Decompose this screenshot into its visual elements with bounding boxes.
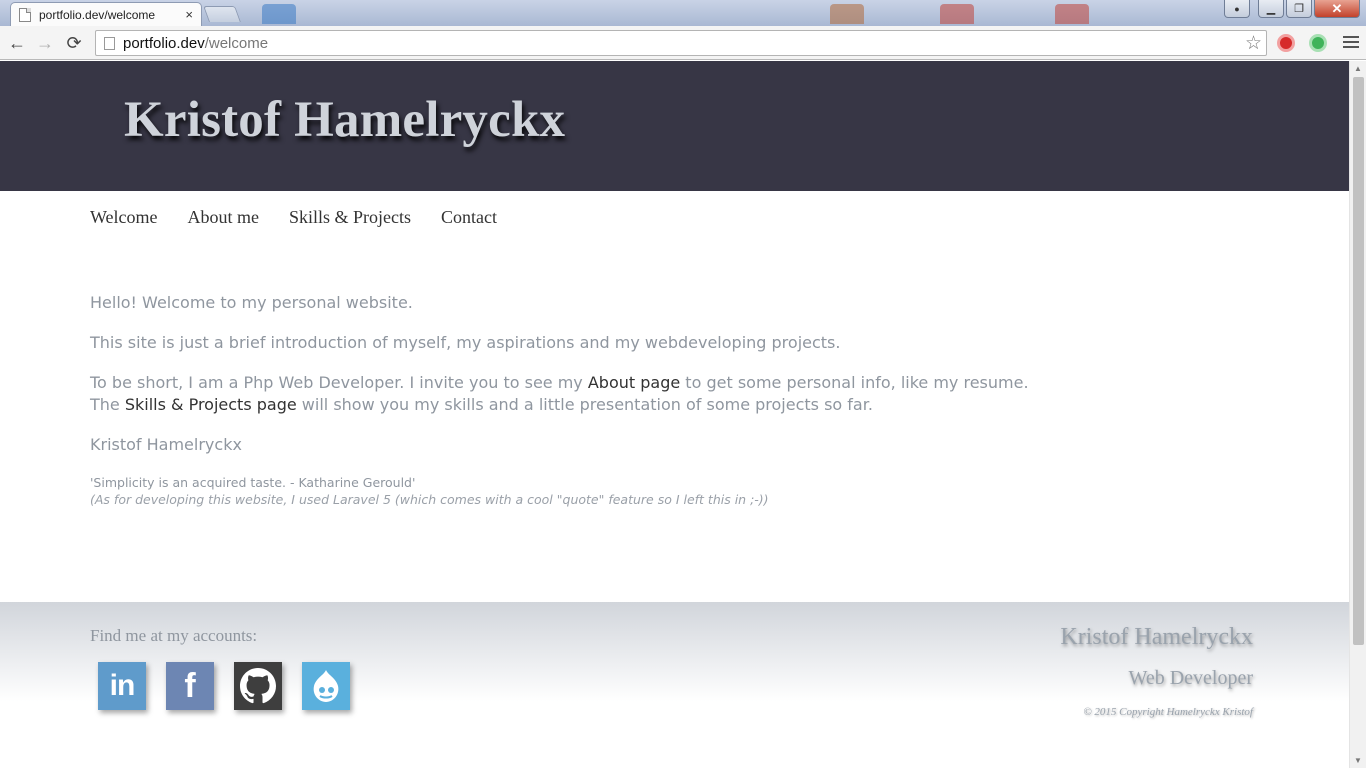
links-paragraph: To be short, I am a Php Web Developer. I…	[90, 372, 1090, 416]
linkedin-icon: in	[109, 669, 136, 702]
minimize-button[interactable]: ▁	[1258, 0, 1284, 18]
facebook-link[interactable]: f	[166, 662, 214, 710]
close-window-button[interactable]: ✕	[1314, 0, 1360, 18]
nav-welcome[interactable]: Welcome	[90, 207, 158, 228]
quote-note-text: (As for developing this website, I used …	[90, 492, 769, 507]
scroll-down-arrow-icon[interactable]: ▼	[1354, 756, 1362, 765]
forward-arrow-icon: →	[36, 32, 54, 53]
bookmark-star-icon[interactable]: ☆	[1245, 32, 1262, 55]
page-scrollbar[interactable]: ▲ ▼	[1349, 61, 1366, 768]
minimize-icon: ▁	[1266, 3, 1276, 15]
site-header: Kristof Hamelryckx	[0, 61, 1349, 191]
browser-toolbar: ← → ⟳ portfolio.dev/welcome ☆	[0, 26, 1366, 60]
tab-close-icon[interactable]: ×	[185, 7, 193, 22]
facebook-icon: f	[184, 666, 196, 705]
adblock-extension-icon[interactable]	[1277, 34, 1295, 52]
nav-skills-projects[interactable]: Skills & Projects	[289, 207, 411, 228]
restore-icon: ❐	[1294, 3, 1304, 15]
about-page-link[interactable]: About page	[588, 373, 680, 392]
find-me-heading: Find me at my accounts:	[90, 626, 258, 645]
address-bar[interactable]: portfolio.dev/welcome ☆	[95, 30, 1267, 56]
page-icon	[104, 36, 115, 50]
window-controls: ● ▁ ❐ ✕	[1224, 0, 1360, 18]
back-arrow-icon: ←	[8, 32, 26, 53]
desktop-wallpaper-decoration	[262, 4, 296, 24]
github-link[interactable]	[234, 662, 282, 710]
links-text-3: The	[90, 395, 125, 414]
reload-button[interactable]: ⟳	[62, 31, 86, 55]
links-text-1: To be short, I am a Php Web Developer. I…	[90, 373, 588, 392]
footer-signature: Kristof Hamelryckx Web Developer © 2015 …	[1060, 624, 1253, 718]
close-icon: ✕	[1331, 0, 1343, 16]
desktop-wallpaper-decoration	[1055, 4, 1089, 24]
user-profile-button[interactable]: ●	[1224, 0, 1250, 18]
social-links: in f	[98, 662, 350, 710]
forward-button[interactable]: →	[33, 31, 57, 55]
desktop-wallpaper-decoration	[940, 4, 974, 24]
page-viewport: Kristof Hamelryckx Welcome About me Skil…	[0, 61, 1349, 768]
desktop-wallpaper-decoration	[830, 4, 864, 24]
footer-name: Kristof Hamelryckx	[1060, 624, 1253, 650]
url-host: portfolio.dev	[123, 34, 205, 52]
links-text-4: will show you my skills and a little pre…	[296, 395, 873, 414]
url-path: /welcome	[204, 34, 269, 52]
user-icon: ●	[1234, 3, 1240, 14]
nav-about-me[interactable]: About me	[188, 207, 260, 228]
reload-icon: ⟳	[66, 32, 82, 53]
linkedin-link[interactable]: in	[98, 662, 146, 710]
skills-projects-page-link[interactable]: Skills & Projects page	[125, 395, 297, 414]
new-tab-button[interactable]	[203, 6, 241, 22]
restore-button[interactable]: ❐	[1286, 0, 1312, 18]
scrollbar-thumb[interactable]	[1353, 77, 1364, 645]
nav-contact[interactable]: Contact	[441, 207, 497, 228]
welcome-content: Hello! Welcome to my personal website. T…	[90, 292, 1090, 508]
signature-text: Kristof Hamelryckx	[90, 435, 242, 454]
chrome-menu-icon[interactable]	[1343, 34, 1359, 50]
links-text-2: to get some personal info, like my resum…	[680, 373, 1029, 392]
intro-text: This site is just a brief introduction o…	[90, 333, 841, 352]
copyright-text: © 2015 Copyright Hamelryckx Kristof	[1083, 706, 1253, 718]
main-nav: Welcome About me Skills & Projects Conta…	[90, 207, 497, 228]
site-footer: Find me at my accounts: in f Kristof Ham…	[0, 602, 1349, 768]
back-button[interactable]: ←	[5, 31, 29, 55]
greeting-text: Hello! Welcome to my personal website.	[90, 293, 413, 312]
drupal-link[interactable]	[302, 662, 350, 710]
page-icon	[19, 7, 31, 22]
grammarly-extension-icon[interactable]	[1309, 34, 1327, 52]
site-title: Kristof Hamelryckx	[124, 92, 566, 148]
github-icon	[240, 668, 276, 704]
footer-role: Web Developer	[1128, 667, 1253, 689]
tab-title: portfolio.dev/welcome	[39, 7, 156, 22]
browser-tab-active[interactable]: portfolio.dev/welcome ×	[10, 2, 202, 26]
scroll-up-arrow-icon[interactable]: ▲	[1354, 64, 1362, 73]
quote-text: 'Simplicity is an acquired taste. - Kath…	[90, 475, 416, 490]
browser-titlebar: portfolio.dev/welcome × ● ▁ ❐ ✕	[0, 0, 1366, 26]
drupal-icon	[313, 670, 339, 702]
